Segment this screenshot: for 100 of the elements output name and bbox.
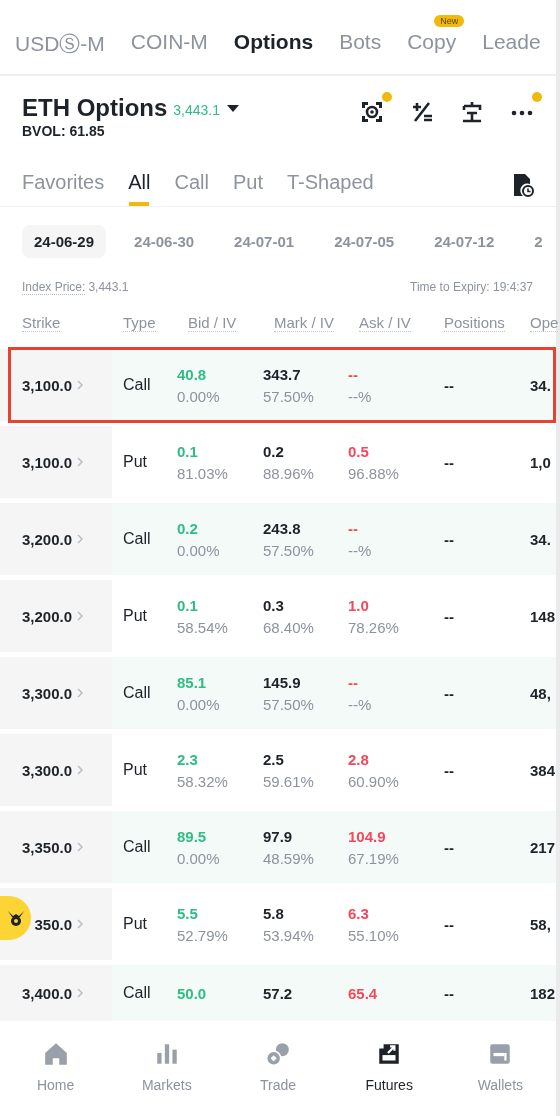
bid-price: 89.5: [177, 827, 207, 845]
date-chip[interactable]: 24-07-01: [222, 225, 307, 258]
strike-price: 3,400.0: [20, 984, 72, 1002]
chevron-icon: [76, 765, 84, 775]
strike-price: 350.0: [33, 915, 72, 933]
top-tab[interactable]: Options: [233, 30, 314, 53]
bid-iv: 0.00%: [177, 541, 220, 559]
nav-item[interactable]: Wallets: [450, 1040, 551, 1116]
open-interest-value: 58,: [529, 915, 552, 933]
date-chip[interactable]: 24-07-05: [322, 225, 407, 258]
positions-value: --: [443, 530, 455, 548]
nav-item[interactable]: Futures: [339, 1040, 440, 1116]
index-price-value: 3,443.1: [88, 280, 129, 294]
mark-price: 57.2: [263, 984, 293, 1002]
open-interest-value: 34.: [529, 376, 552, 394]
top-tab[interactable]: Copy: [407, 30, 457, 53]
bid-iv: 0.00%: [177, 849, 220, 867]
table-row[interactable]: 3,300.0 Put 2.3 58.32% 2.5 59.61% 2.8 60.90% -- 384: [0, 734, 556, 806]
column-header[interactable]: Positions: [444, 314, 505, 332]
bid-iv: 58.54%: [177, 618, 228, 636]
strike-price: 3,300.0: [20, 684, 72, 702]
mark-iv: 57.50%: [263, 695, 314, 713]
option-type: Put: [122, 453, 148, 471]
table-row[interactable]: 3,300.0 Call 85.1 0.00% 145.9 57.50% -- --% -- 48,: [0, 657, 556, 729]
bid-price: 2.3: [177, 750, 198, 768]
ask-iv: 55.10%: [348, 926, 399, 944]
positions-value: --: [443, 838, 455, 856]
open-interest-value: 217: [529, 838, 556, 856]
bid-iv: 0.00%: [177, 695, 220, 713]
chevron-icon: [76, 842, 84, 852]
column-header[interactable]: Mark / IV: [274, 314, 334, 332]
scan-icon[interactable]: [360, 100, 384, 124]
new-badge: New: [434, 15, 465, 27]
strike-price: 3,350.0: [20, 838, 72, 856]
chevron-icon: [76, 919, 84, 929]
nav-item[interactable]: Home: [5, 1040, 106, 1116]
top-tab[interactable]: COIN-M: [130, 30, 208, 53]
chevron-icon: [76, 457, 84, 467]
date-chip[interactable]: 2: [522, 225, 555, 258]
positions-value: --: [443, 984, 455, 1002]
strike-price: 3,200.0: [20, 607, 72, 625]
ask-price: 1.0: [348, 596, 369, 614]
column-header[interactable]: Ope: [530, 314, 559, 332]
mark-price: 0.2: [263, 442, 284, 460]
date-chip[interactable]: 24-06-30: [122, 225, 207, 258]
table-row[interactable]: 3,350.0 Call 89.5 0.00% 97.9 48.59% 104.9 67.19% -- 217: [0, 811, 556, 883]
top-tab[interactable]: USDⓈ-M: [15, 32, 105, 55]
filter-tab[interactable]: Put: [232, 171, 263, 206]
strike-price: 3,100.0: [20, 453, 72, 471]
mark-price: 97.9: [263, 827, 293, 845]
strike-price: 3,300.0: [20, 761, 72, 779]
mark-price: 5.8: [263, 904, 284, 922]
document-clock-icon[interactable]: [512, 172, 534, 197]
ask-iv: 60.90%: [348, 772, 399, 790]
top-tab[interactable]: Bots: [339, 30, 382, 53]
open-interest-value: 1,0: [529, 453, 552, 471]
bid-iv: 81.03%: [177, 464, 228, 482]
option-type: Call: [122, 984, 152, 1002]
ask-iv: 78.26%: [348, 618, 399, 636]
positions-value: --: [443, 607, 455, 625]
time-to-expiry: Time to Expiry: 19:4:37: [410, 280, 533, 294]
filter-tab[interactable]: Favorites: [22, 171, 105, 206]
ask-price: 2.8: [348, 750, 369, 768]
column-header[interactable]: Ask / IV: [359, 314, 411, 332]
date-chip[interactable]: 24-07-12: [422, 225, 507, 258]
table-row[interactable]: 3,200.0 Call 0.2 0.00% 243.8 57.50% -- --% -- 34.: [0, 503, 556, 575]
price-text: 3,443.1: [173, 101, 221, 118]
chevron-icon: [76, 611, 84, 621]
bid-price: 0.2: [177, 519, 198, 537]
mark-iv: 59.61%: [263, 772, 314, 790]
nav-item[interactable]: Trade: [227, 1040, 328, 1116]
column-header[interactable]: Strike: [22, 314, 61, 332]
caret-icon[interactable]: [226, 103, 241, 113]
nav-item[interactable]: Markets: [116, 1040, 217, 1116]
bid-price: 0.1: [177, 442, 198, 460]
column-header[interactable]: Bid / IV: [188, 314, 237, 332]
mark-price: 243.8: [263, 519, 301, 537]
top-tab[interactable]: Leade: [482, 30, 541, 53]
mark-price: 2.5: [263, 750, 284, 768]
table-row[interactable]: 3,100.0 Call 40.8 0.00% 343.7 57.50% -- --% -- 34.: [0, 349, 556, 421]
date-chip[interactable]: 24-06-29: [22, 225, 107, 258]
positions-value: --: [443, 453, 455, 471]
index-price-label: Index Price:: [22, 280, 86, 295]
plus-minus-icon[interactable]: [410, 100, 434, 124]
option-type: Call: [122, 684, 152, 702]
mark-iv: 88.96%: [263, 464, 314, 482]
chevron-icon: [76, 534, 84, 544]
filter-tab[interactable]: Call: [174, 171, 209, 206]
bid-price: 40.8: [177, 365, 207, 383]
column-header[interactable]: Type: [123, 314, 156, 332]
mark-price: 145.9: [263, 673, 301, 691]
language-icon[interactable]: [460, 100, 484, 124]
positions-value: --: [443, 761, 455, 779]
ask-price: --: [348, 365, 358, 383]
filter-tab[interactable]: All: [128, 171, 151, 206]
filter-tab[interactable]: T-Shaped: [286, 171, 374, 206]
table-row[interactable]: 3,200.0 Put 0.1 58.54% 0.3 68.40% 1.0 78.26% -- 148: [0, 580, 556, 652]
table-row[interactable]: 3,400.0 Call 50.0 57.2 65.4 -- 182: [0, 965, 556, 1021]
bid-price: 5.5: [177, 904, 198, 922]
open-interest-value: 182: [529, 984, 556, 1002]
